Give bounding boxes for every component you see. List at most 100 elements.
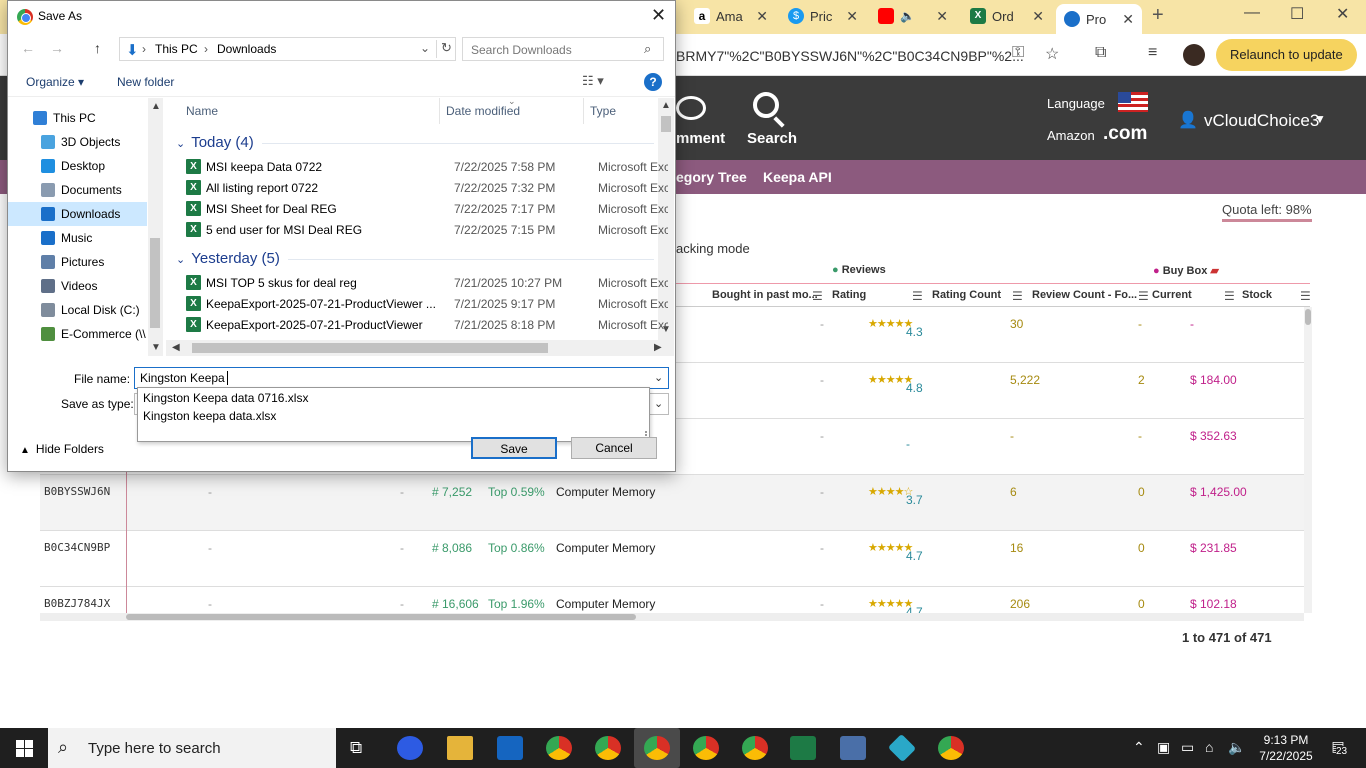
window-close-button[interactable]: ✕ (1336, 4, 1349, 24)
col-rating-count[interactable]: Rating Count (932, 289, 1001, 301)
nav-item-pictures[interactable]: Pictures (8, 250, 147, 274)
chrome-icon[interactable] (693, 736, 719, 760)
file-explorer-icon[interactable] (447, 736, 473, 760)
column-menu-icon[interactable]: ☰ (812, 289, 823, 303)
key-icon[interactable]: ⚿ (1012, 44, 1024, 62)
windows-start-icon[interactable] (16, 740, 33, 757)
table-row[interactable]: B0BYSSWJ6N - - # 7,252 Top 0.59% Computer Mem… (40, 475, 1304, 531)
col-bought[interactable]: Bought in past mo... (712, 289, 818, 301)
calculator-icon[interactable] (840, 736, 866, 760)
chrome-icon[interactable] (595, 736, 621, 760)
tab-product-viewer[interactable]: Pro ✕ (1056, 4, 1142, 34)
tray-app-icon[interactable]: ▣ (1157, 739, 1170, 756)
nav-item-desktop[interactable]: Desktop (8, 154, 147, 178)
up-arrow-icon[interactable]: ↑ (94, 40, 101, 56)
col-review-count[interactable]: Review Count - Fo... (1032, 289, 1137, 301)
close-icon[interactable]: ✕ (756, 8, 768, 25)
close-icon[interactable]: ✕ (1122, 11, 1134, 28)
grid-vertical-scrollbar[interactable] (1304, 307, 1312, 613)
nav-pane-scrollbar[interactable]: ▲ ▼ (148, 98, 163, 356)
col-stock[interactable]: Stock (1242, 289, 1272, 301)
hide-folders-button[interactable]: ▲ Hide Folders (20, 442, 104, 456)
nav-item-local-disk-c[interactable]: Local Disk (C:) (8, 298, 147, 322)
tab-orders[interactable]: X Ord ✕ (962, 2, 1052, 30)
chrome-icon[interactable] (742, 736, 768, 760)
chevron-down-icon[interactable]: ⌄ (654, 371, 663, 384)
nav-item-3d-objects[interactable]: 3D Objects (8, 130, 147, 154)
chrome-icon[interactable] (938, 736, 964, 760)
close-icon[interactable]: ✕ (846, 8, 858, 25)
media-icon[interactable]: ≡ (1148, 44, 1157, 62)
maximize-button[interactable]: ☐ (1290, 4, 1304, 24)
scroll-up-icon[interactable]: ▲ (661, 100, 671, 111)
speaker-icon[interactable]: 🔈 (900, 9, 915, 23)
scroll-left-icon[interactable]: ◀ (172, 342, 180, 353)
battery-icon[interactable]: ▭ (1181, 739, 1194, 756)
refresh-icon[interactable]: ↻ (436, 40, 456, 58)
file-row[interactable]: X 5 end user for MSI Deal REG 7/22/2025 7:… (186, 220, 668, 241)
save-button[interactable]: Save (471, 437, 557, 459)
new-folder-button[interactable]: New folder (117, 75, 174, 89)
grid-horizontal-scrollbar[interactable] (40, 613, 1304, 621)
notification-center-icon[interactable]: ▤23 (1326, 738, 1350, 758)
outlook-icon[interactable] (497, 736, 523, 760)
minimize-button[interactable]: — (1244, 4, 1260, 22)
domain-selector[interactable]: .com (1103, 123, 1147, 145)
username[interactable]: vCloudChoice3 (1204, 111, 1319, 131)
breadcrumb-this-pc[interactable]: This PC (155, 42, 198, 56)
taskbar-clock[interactable]: 9:13 PM 7/22/2025 (1256, 732, 1316, 764)
profile-avatar[interactable] (1183, 44, 1205, 66)
autocomplete-item[interactable]: Kingston keepa data.xlsx (143, 409, 276, 423)
autocomplete-item[interactable]: Kingston Keepa data 0716.xlsx (143, 391, 308, 405)
chrome-icon[interactable] (644, 736, 670, 760)
file-list-horizontal-scrollbar[interactable]: ◀ ▶ (166, 340, 674, 356)
column-menu-icon[interactable]: ☰ (912, 289, 923, 303)
col-current[interactable]: Current (1152, 289, 1192, 301)
tab-youtube[interactable]: 🔈 ✕ (870, 2, 956, 30)
close-icon[interactable]: ✕ (936, 8, 948, 25)
col-rating[interactable]: Rating (832, 289, 866, 301)
network-icon[interactable]: ⌂ (1205, 739, 1213, 755)
chevron-down-icon[interactable]: ▼ (1314, 112, 1326, 126)
subnav-category-tree[interactable]: egory Tree (676, 169, 747, 185)
file-group-header[interactable]: ⌄ Today (4) (176, 134, 254, 151)
volume-icon[interactable]: 🔈 (1228, 739, 1245, 756)
app-diamond-icon[interactable] (887, 733, 917, 763)
scroll-right-icon[interactable]: ▶ (654, 342, 662, 353)
file-name-input[interactable]: Kingston Keepa ⌄ (134, 367, 669, 389)
column-menu-icon[interactable]: ☰ (1138, 289, 1149, 303)
address-breadcrumb[interactable]: ⬇ › This PC › Downloads ⌄ ↻ (119, 37, 456, 61)
file-group-header[interactable]: ⌄ Yesterday (5) (176, 250, 280, 267)
nav-item-e-commerce[interactable]: E-Commerce (\\ (8, 322, 147, 346)
column-menu-icon[interactable]: ☰ (1300, 289, 1311, 303)
scroll-up-icon[interactable]: ▲ (151, 101, 161, 112)
chrome-icon[interactable] (546, 736, 572, 760)
nav-search[interactable]: Search (747, 130, 797, 147)
subnav-keepa-api[interactable]: Keepa API (763, 169, 832, 185)
view-options-icon[interactable]: ☷ ▾ (582, 73, 604, 89)
nav-item-downloads[interactable]: Downloads (8, 202, 147, 226)
file-row[interactable]: X All listing report 0722 7/22/2025 7:32 P… (186, 178, 668, 199)
file-row[interactable]: X KeepaExport-2025-07-21-ProductViewer ..… (186, 294, 668, 315)
column-date-modified[interactable]: Date modified (446, 104, 520, 118)
bookmark-star-icon[interactable]: ☆ (1045, 44, 1059, 64)
file-row[interactable]: X MSI TOP 5 skus for deal reg 7/21/2025 10… (186, 273, 668, 294)
address-bar[interactable]: BRMY7"%2C"B0BYSSWJ6N"%2C"B0C34CN9BP"%2..… (676, 42, 1040, 70)
us-flag-icon[interactable] (1118, 92, 1148, 112)
column-name[interactable]: Name (186, 104, 218, 118)
chevron-down-icon[interactable]: ⌄ (654, 397, 663, 410)
column-menu-icon[interactable]: ☰ (1012, 289, 1023, 303)
column-menu-icon[interactable]: ☰ (1224, 289, 1235, 303)
nav-comment[interactable]: mment (676, 130, 725, 147)
table-row[interactable]: B0C34CN9BP - - # 8,086 Top 0.86% Computer Mem… (40, 531, 1304, 587)
breadcrumb-downloads[interactable]: Downloads (217, 42, 276, 56)
task-view-icon[interactable]: ⧉ (350, 738, 362, 758)
tab-price[interactable]: $ Pric ✕ (780, 2, 866, 30)
zoom-app-icon[interactable] (397, 736, 423, 760)
back-arrow-icon[interactable]: ← (21, 40, 35, 56)
file-row[interactable]: X KeepaExport-2025-07-21-ProductViewer 7/2… (186, 315, 668, 336)
table-row[interactable]: B0BZJ784JX - - # 16,606 Top 1.96% Computer Me… (40, 587, 1304, 613)
nav-item-documents[interactable]: Documents (8, 178, 147, 202)
scroll-down-icon[interactable]: ▼ (151, 342, 161, 353)
column-type[interactable]: Type (590, 104, 616, 118)
